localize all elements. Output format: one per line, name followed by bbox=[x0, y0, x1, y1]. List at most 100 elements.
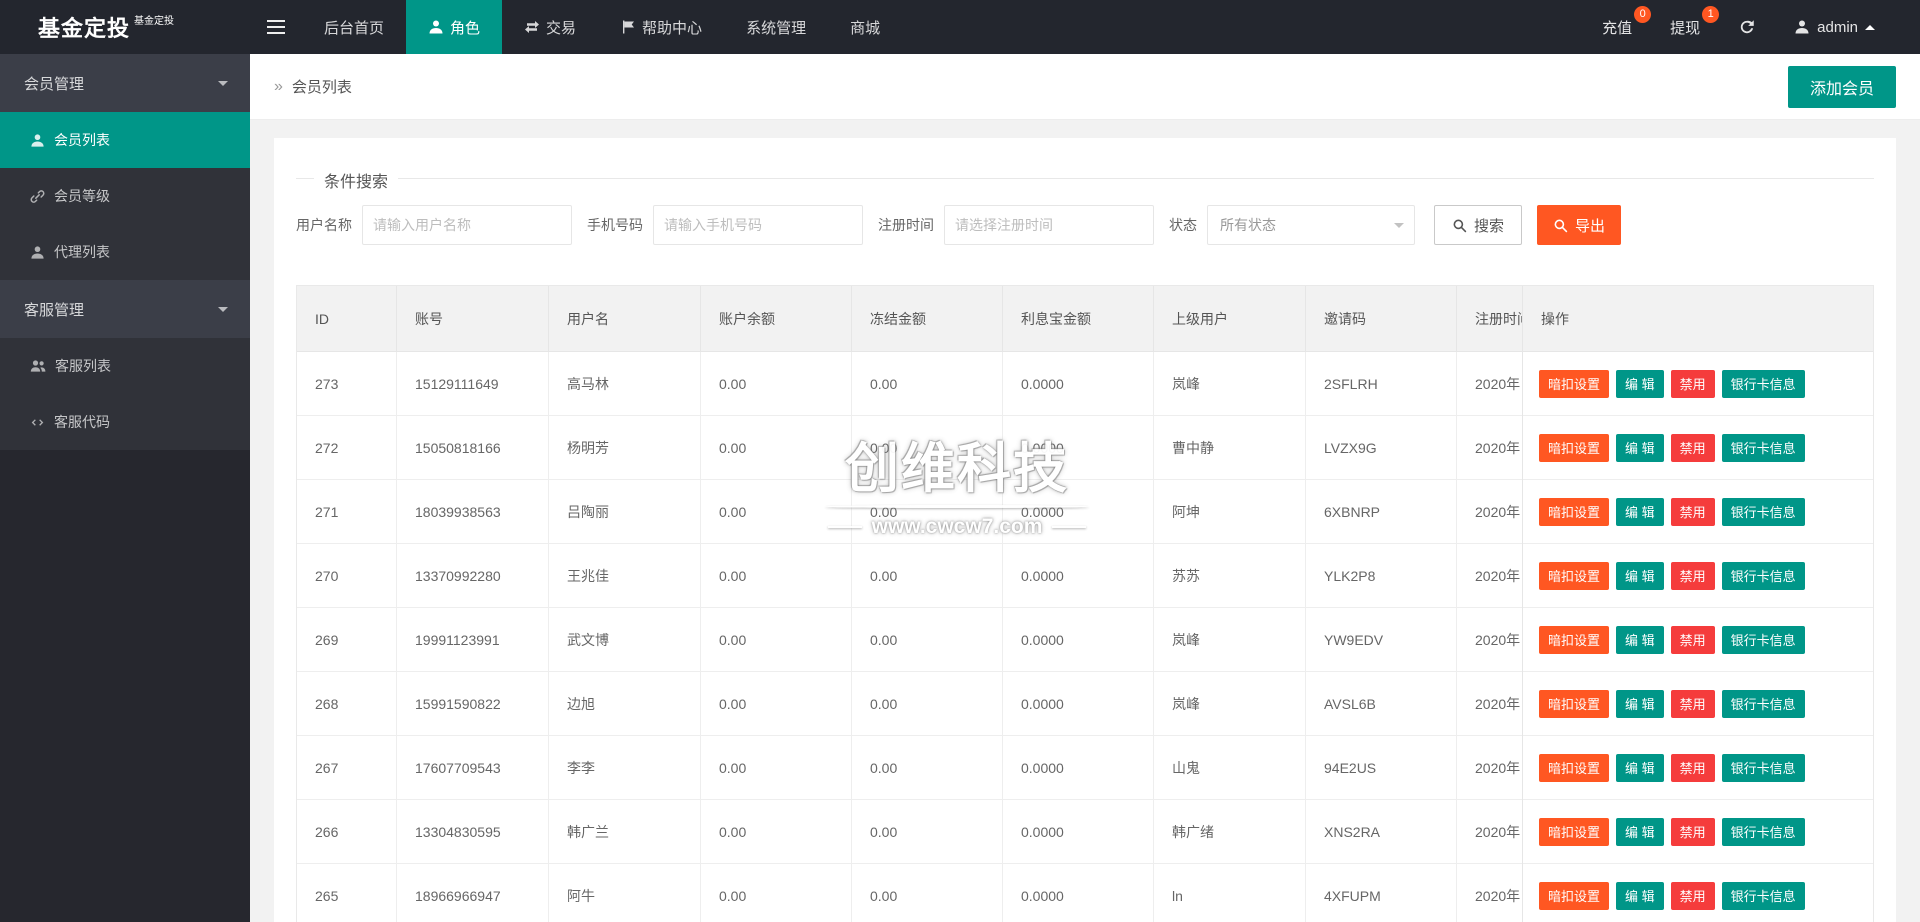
search-icon bbox=[1453, 219, 1467, 232]
hidden-deduct-button[interactable]: 暗扣设置 bbox=[1539, 625, 1610, 654]
bankcard-info-button[interactable]: 银行卡信息 bbox=[1721, 689, 1805, 718]
sidebar-item-member-level[interactable]: 会员等级 bbox=[0, 168, 250, 224]
cell-balance: 0.00 bbox=[701, 480, 852, 543]
nav-item-dashboard[interactable]: 后台首页 bbox=[302, 0, 406, 54]
disable-button[interactable]: 禁用 bbox=[1670, 625, 1715, 654]
edit-button[interactable]: 编 辑 bbox=[1616, 369, 1664, 398]
cell-invite: LVZX9G bbox=[1306, 416, 1457, 479]
bankcard-info-button[interactable]: 银行卡信息 bbox=[1721, 497, 1805, 526]
add-member-button[interactable]: 添加会员 bbox=[1787, 65, 1896, 108]
disable-button[interactable]: 禁用 bbox=[1670, 369, 1715, 398]
nav-item-trade[interactable]: 交易 bbox=[502, 0, 598, 54]
nav-item-roles[interactable]: 角色 bbox=[406, 0, 503, 54]
sidebar-item-service-list[interactable]: 客服列表 bbox=[0, 338, 250, 394]
hidden-deduct-button[interactable]: 暗扣设置 bbox=[1539, 369, 1610, 398]
cell-username: 边旭 bbox=[549, 672, 701, 735]
col-header-username: 用户名 bbox=[549, 286, 701, 351]
cell-invite: 2SFLRH bbox=[1306, 352, 1457, 415]
username-input[interactable] bbox=[362, 205, 572, 245]
trade-icon bbox=[525, 21, 540, 33]
hidden-deduct-button[interactable]: 暗扣设置 bbox=[1539, 753, 1610, 782]
disable-button[interactable]: 禁用 bbox=[1670, 881, 1715, 910]
phone-input[interactable] bbox=[653, 205, 863, 245]
edit-button[interactable]: 编 辑 bbox=[1616, 497, 1664, 526]
sidebar-item-label: 客服列表 bbox=[55, 358, 111, 374]
search-form: 用户名称 手机号码 注册时间 状态 所有状态 搜索 bbox=[296, 205, 1874, 245]
disable-button[interactable]: 禁用 bbox=[1670, 817, 1715, 846]
status-label: 状态 bbox=[1169, 217, 1197, 233]
disable-button[interactable]: 禁用 bbox=[1670, 433, 1715, 462]
username-label: admin bbox=[1817, 18, 1858, 36]
status-select-value: 所有状态 bbox=[1220, 217, 1276, 233]
hamburger-menu-icon[interactable] bbox=[250, 0, 302, 54]
cell-id: 266 bbox=[297, 800, 397, 863]
main-content: » 会员列表 添加会员 条件搜索 用户名称 手机号码 注册时间 状态 bbox=[250, 0, 1920, 922]
cell-id: 272 bbox=[297, 416, 397, 479]
recharge-label: 充值 bbox=[1602, 19, 1633, 37]
search-button-label: 搜索 bbox=[1474, 217, 1505, 235]
status-field-group: 状态 所有状态 bbox=[1169, 205, 1415, 245]
hidden-deduct-button[interactable]: 暗扣设置 bbox=[1539, 433, 1610, 462]
people-icon bbox=[30, 360, 46, 372]
edit-button[interactable]: 编 辑 bbox=[1616, 561, 1664, 590]
edit-button[interactable]: 编 辑 bbox=[1616, 433, 1664, 462]
member-table: ID 账号 用户名 账户余额 冻结金额 利息宝金额 上级用户 邀请码 注册时间 … bbox=[296, 285, 1874, 922]
sidebar-section-member-management[interactable]: 会员管理 bbox=[0, 54, 250, 112]
sidebar-item-agent-list[interactable]: 代理列表 bbox=[0, 224, 250, 280]
search-button[interactable]: 搜索 bbox=[1434, 205, 1523, 245]
cell-account: 13304830595 bbox=[397, 800, 549, 863]
bankcard-info-button[interactable]: 银行卡信息 bbox=[1721, 625, 1805, 654]
cell-interest: 0.0000 bbox=[1003, 416, 1154, 479]
col-header-id: ID bbox=[297, 286, 397, 351]
withdraw-button[interactable]: 提现 1 bbox=[1651, 0, 1720, 54]
sidebar-item-service-code[interactable]: 客服代码 bbox=[0, 394, 250, 450]
hidden-deduct-button[interactable]: 暗扣设置 bbox=[1539, 497, 1610, 526]
export-button[interactable]: 导出 bbox=[1537, 205, 1622, 245]
disable-button[interactable]: 禁用 bbox=[1670, 753, 1715, 782]
app-logo: 基金定投 基金定投 bbox=[0, 0, 250, 54]
bankcard-info-button[interactable]: 银行卡信息 bbox=[1721, 881, 1805, 910]
nav-item-label: 帮助中心 bbox=[642, 19, 703, 37]
edit-button[interactable]: 编 辑 bbox=[1616, 753, 1664, 782]
disable-button[interactable]: 禁用 bbox=[1670, 689, 1715, 718]
disable-button[interactable]: 禁用 bbox=[1670, 497, 1715, 526]
nav-item-mall[interactable]: 商城 bbox=[828, 0, 902, 54]
hidden-deduct-button[interactable]: 暗扣设置 bbox=[1539, 817, 1610, 846]
edit-button[interactable]: 编 辑 bbox=[1616, 817, 1664, 846]
sidebar-item-member-list[interactable]: 会员列表 bbox=[0, 112, 250, 168]
cell-interest: 0.0000 bbox=[1003, 800, 1154, 863]
nav-item-help-center[interactable]: 帮助中心 bbox=[598, 0, 724, 54]
cell-id: 268 bbox=[297, 672, 397, 735]
disable-button[interactable]: 禁用 bbox=[1670, 561, 1715, 590]
sidebar-section-service-management[interactable]: 客服管理 bbox=[0, 280, 250, 338]
cell-parent: ln bbox=[1154, 864, 1306, 922]
refresh-button[interactable] bbox=[1719, 0, 1775, 54]
bankcard-info-button[interactable]: 银行卡信息 bbox=[1721, 817, 1805, 846]
cell-balance: 0.00 bbox=[701, 672, 852, 735]
status-select[interactable]: 所有状态 bbox=[1207, 205, 1415, 245]
bankcard-info-button[interactable]: 银行卡信息 bbox=[1721, 369, 1805, 398]
edit-button[interactable]: 编 辑 bbox=[1616, 881, 1664, 910]
edit-button[interactable]: 编 辑 bbox=[1616, 689, 1664, 718]
recharge-button[interactable]: 充值 0 bbox=[1583, 0, 1652, 54]
cell-balance: 0.00 bbox=[701, 800, 852, 863]
cell-account: 18966966947 bbox=[397, 864, 549, 922]
cell-username: 杨明芳 bbox=[549, 416, 701, 479]
cell-account: 15050818166 bbox=[397, 416, 549, 479]
table-row-actions: 暗扣设置 编 辑 禁用 银行卡信息 bbox=[1523, 416, 1873, 480]
hidden-deduct-button[interactable]: 暗扣设置 bbox=[1539, 561, 1610, 590]
bankcard-info-button[interactable]: 银行卡信息 bbox=[1721, 561, 1805, 590]
cell-id: 269 bbox=[297, 608, 397, 671]
bankcard-info-button[interactable]: 银行卡信息 bbox=[1721, 433, 1805, 462]
user-menu[interactable]: admin bbox=[1775, 0, 1894, 54]
hidden-deduct-button[interactable]: 暗扣设置 bbox=[1539, 881, 1610, 910]
col-header-interest: 利息宝金额 bbox=[1003, 286, 1154, 351]
edit-button[interactable]: 编 辑 bbox=[1616, 625, 1664, 654]
bankcard-info-button[interactable]: 银行卡信息 bbox=[1721, 753, 1805, 782]
nav-item-system-management[interactable]: 系统管理 bbox=[724, 0, 828, 54]
hidden-deduct-button[interactable]: 暗扣设置 bbox=[1539, 689, 1610, 718]
nav-item-label: 商城 bbox=[850, 19, 881, 37]
cell-invite: XNS2RA bbox=[1306, 800, 1457, 863]
regtime-input[interactable] bbox=[944, 205, 1154, 245]
nav-item-label: 系统管理 bbox=[746, 19, 807, 37]
